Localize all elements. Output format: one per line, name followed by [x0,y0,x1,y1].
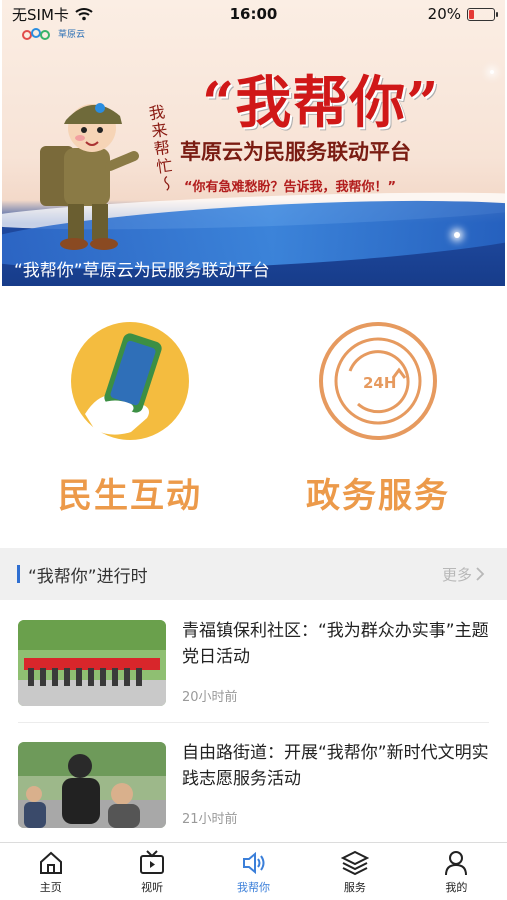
news-time: 21小时前 [182,812,238,827]
battery-percent: 20% [427,5,461,23]
banner-caption: “我帮你”草原云为民服务联动平台 [14,261,270,281]
phone-hand-icon [71,322,189,440]
news-thumbnail [18,620,166,706]
layers-icon [340,850,369,875]
tab-label: 视听 [141,880,164,894]
tv-icon [140,849,165,874]
tab-home[interactable]: 主页 [0,843,101,900]
news-time: 20小时前 [182,690,238,705]
sparkle [490,70,494,74]
status-time: 16:00 [229,5,278,23]
service-government-affairs[interactable]: 24H 政务服务 [278,310,478,517]
banner-subtitle: 草原云为民服务联动平台 [180,140,411,164]
section-header: “我帮你”进行时 更多 [0,548,507,600]
soldier-illustration [40,103,139,250]
chevron-right-icon [476,567,485,581]
tab-label: 主页 [39,880,62,894]
battery-icon [467,7,498,21]
banner[interactable]: 草原云 我来帮忙～ “我帮你” 草原云为民服务联动平台 “你有急难愁盼？告诉我，… [2,0,505,286]
24h-clock-icon: 24H [319,322,437,440]
sparkle [454,232,460,238]
tab-service[interactable]: 服务 [304,843,405,900]
clock-24h-text: 24H [363,374,396,392]
section-title-wrap: “我帮你”进行时 [17,562,148,587]
tab-label: 我帮你 [237,880,271,894]
news-item[interactable]: 自由路街道：开展“我帮你”新时代文明实践志愿服务活动 21小时前 [18,740,493,836]
battery-level [469,9,474,19]
home-icon [39,851,62,874]
person-icon [445,850,468,875]
status-left: 无SIM卡 [12,4,93,25]
service-entries: 民生互动 24H 政务服务 [0,310,507,530]
status-right: 20% [427,5,498,23]
service-label: 政务服务 [306,476,450,516]
wifi-icon [75,8,93,21]
tab-label: 我的 [445,880,468,894]
section-accent-bar [17,565,20,583]
section-title: “我帮你”进行时 [28,566,148,587]
divider [18,722,489,723]
more-label: 更多 [441,565,472,584]
news-title: 自由路街道：开展“我帮你”新时代文明实践志愿服务活动 [182,743,489,789]
tab-label: 服务 [343,880,366,894]
status-bar: 无SIM卡 16:00 20% [0,0,507,28]
tab-mine[interactable]: 我的 [406,843,507,900]
tab-bar: 主页 视听 我帮你 服务 我的 [0,842,507,900]
more-link[interactable]: 更多 [442,564,485,585]
service-livelihood-interaction[interactable]: 民生互动 [30,310,230,517]
carrier-label: 无SIM卡 [12,5,69,24]
news-thumbnail [18,742,166,828]
news-title: 青福镇保利社区：“我为群众办实事”主题党日活动 [182,621,489,667]
banner-quote: “你有急难愁盼？告诉我，我帮你！” [184,180,397,195]
service-label: 民生互动 [58,476,202,516]
logo-text: 草原云 [58,29,86,40]
banner-headline: “我帮你” [202,70,440,136]
speaker-icon [242,851,265,874]
news-item[interactable]: 青福镇保利社区：“我为群众办实事”主题党日活动 20小时前 [18,618,493,714]
tab-video[interactable]: 视听 [101,843,202,900]
tab-help-you[interactable]: 我帮你 [203,843,304,900]
